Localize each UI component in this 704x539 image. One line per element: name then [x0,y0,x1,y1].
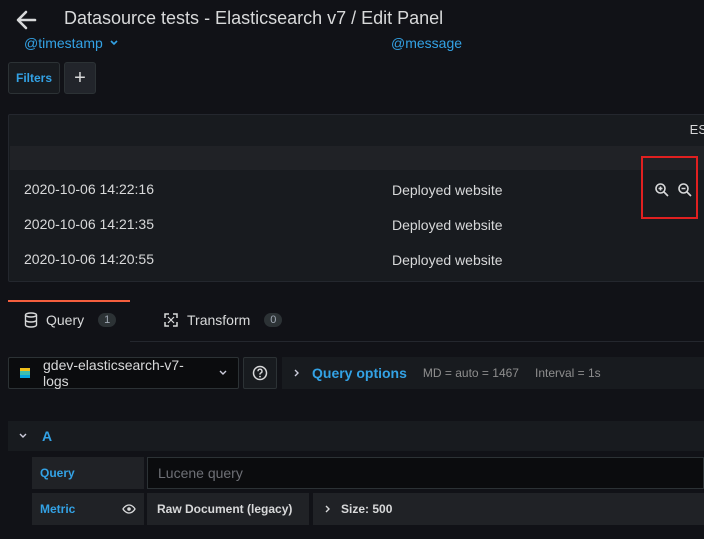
datasource-picker[interactable]: gdev-elasticsearch-v7-logs [8,357,239,389]
size-settings-toggle[interactable]: Size: 500 [313,493,704,525]
chevron-right-icon [323,504,333,514]
tab-transform[interactable]: Transform 0 [163,312,283,328]
filters-button[interactable]: Filters [8,62,60,94]
table-cell-timestamp: 2020-10-06 14:20:55 [24,251,154,267]
lucene-query-input[interactable]: Lucene query [147,457,704,489]
query-row-header[interactable]: A [8,421,704,451]
datasource-name: gdev-elasticsearch-v7-logs [43,357,184,389]
tab-query-count-badge: 1 [98,313,117,327]
database-icon [24,312,38,328]
table-cell-message: Deployed website [392,217,503,233]
eye-icon[interactable] [122,502,136,516]
table-cell-message: Deployed website [392,182,503,198]
size-label: Size: 500 [341,502,393,516]
back-button[interactable] [12,6,40,34]
elasticsearch-logo-icon [19,366,31,380]
table-cell-message: Deployed website [392,252,503,268]
plus-icon: + [74,66,86,89]
tab-transform-count-badge: 0 [264,313,283,327]
interval-info: Interval = 1s [534,366,601,380]
query-field-label: Query [32,457,144,489]
metric-type-select[interactable]: Raw Document (legacy) [147,493,309,525]
tab-transform-label: Transform [187,312,251,328]
question-circle-icon [252,365,268,381]
table-cell-timestamp: 2020-10-06 14:21:35 [24,216,154,232]
chevron-down-icon [109,38,119,48]
page-title: Datasource tests - Elasticsearch v7 / Ed… [64,8,444,28]
max-data-points-info: MD = auto = 1467 [422,366,519,380]
highlight-box [641,156,698,219]
column-header-message[interactable]: @message [391,35,462,51]
chevron-down-icon [18,431,28,441]
query-options-label: Query options [312,365,407,381]
chevron-down-icon [218,368,228,378]
table-cell-timestamp: 2020-10-06 14:22:16 [24,181,154,197]
metric-field-label: Metric [32,493,144,525]
panel-title[interactable]: ES [690,122,704,137]
query-ref-id: A [42,428,53,444]
add-filter-button[interactable]: + [64,62,96,94]
tab-query[interactable]: Query 1 [24,312,117,328]
datasource-help-button[interactable] [243,357,277,389]
column-header-timestamp[interactable]: @timestamp [24,35,119,51]
query-options-toggle[interactable]: Query options MD = auto = 1467 Interval … [282,357,704,389]
table-header [10,146,704,170]
tab-query-label: Query [46,312,85,328]
arrow-left-icon [15,9,37,31]
transform-icon [163,312,179,328]
chevron-right-icon [292,368,302,378]
